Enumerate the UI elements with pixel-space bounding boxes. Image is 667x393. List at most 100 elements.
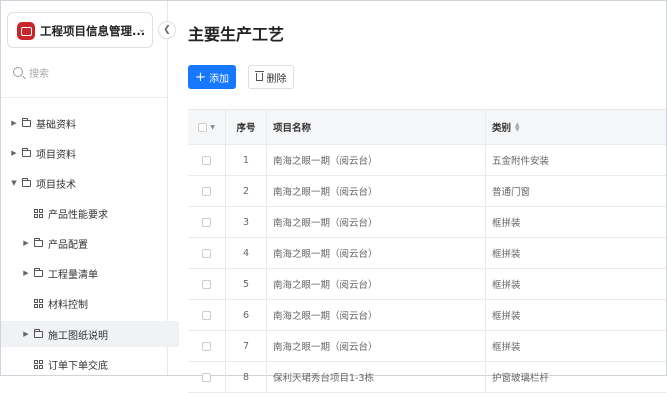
- row-name: 南海之眼一期（阅云台）: [267, 145, 486, 175]
- row-name: 南海之眼一期（阅云台）: [267, 269, 486, 299]
- header-category[interactable]: 类别 ▲ ▼: [486, 110, 666, 144]
- row-checkbox[interactable]: [202, 217, 211, 227]
- sidebar-item-label: 项目技术: [36, 179, 76, 191]
- row-select-cell: [188, 238, 226, 268]
- caret-right-icon: ▶: [23, 239, 29, 247]
- chevron-left-icon: ❮: [163, 25, 171, 35]
- delete-button-label: 删除: [266, 73, 287, 85]
- row-name: 南海之眼一期（阅云台）: [267, 238, 486, 268]
- sidebar-item-label: 施工图纸说明: [48, 330, 108, 342]
- sort-icon[interactable]: ▲ ▼: [515, 122, 520, 133]
- search-input[interactable]: 搜索: [29, 65, 49, 80]
- table-row[interactable]: 1 南海之眼一期（阅云台） 五金附件安装: [188, 145, 666, 176]
- app-logo-icon: [17, 22, 35, 40]
- row-select-cell: [188, 300, 226, 330]
- sidebar-item-performance[interactable]: 产品性能要求: [1, 200, 192, 226]
- row-no: 5: [226, 269, 267, 299]
- plus-icon: +: [195, 69, 206, 85]
- sidebar-divider: [1, 97, 167, 98]
- row-checkbox[interactable]: [202, 248, 211, 258]
- page-title: 主要生产工艺: [188, 25, 285, 44]
- row-select-cell: [188, 145, 226, 175]
- row-name: 南海之眼一期（阅云台）: [267, 300, 486, 330]
- collapse-sidebar-button[interactable]: ❮: [158, 21, 176, 39]
- select-all-checkbox[interactable]: [198, 122, 208, 132]
- row-category: 框拼装: [492, 218, 521, 229]
- row-select-cell: [188, 207, 226, 237]
- row-select-cell: [188, 176, 226, 206]
- row-checkbox[interactable]: [202, 155, 211, 165]
- folder-icon: [22, 177, 31, 187]
- table-row[interactable]: 6 南海之眼一期（阅云台） 框拼装: [188, 300, 666, 331]
- table-row[interactable]: 5 南海之眼一期（阅云台） 框拼装: [188, 269, 666, 300]
- sidebar-item-label: 产品配置: [48, 239, 88, 251]
- caret-right-icon: ▶: [11, 149, 17, 157]
- sidebar-item-product-config[interactable]: ▶ 产品配置: [1, 230, 179, 256]
- sidebar-item-project-data[interactable]: ▶ 项目资料: [1, 140, 167, 166]
- row-category: 框拼装: [492, 280, 521, 291]
- sidebar-item-drawings[interactable]: ▶ 施工图纸说明: [1, 321, 179, 347]
- row-category: 普通门窗: [492, 187, 531, 198]
- caret-right-icon: ▶: [23, 269, 29, 277]
- add-button[interactable]: + 添加: [188, 65, 236, 89]
- add-button-label: 添加: [208, 73, 229, 85]
- chevron-down-icon[interactable]: ▼: [210, 124, 215, 131]
- row-checkbox[interactable]: [202, 372, 211, 382]
- app-switcher[interactable]: 工程项目信息管理... ⌄: [7, 12, 153, 48]
- row-select-cell: [188, 331, 226, 361]
- row-select-cell: [188, 269, 226, 299]
- row-checkbox[interactable]: [202, 341, 211, 351]
- table-row[interactable]: 8 保利天珺秀台项目1-3栋 护窗玻璃栏杆: [188, 362, 666, 393]
- row-name: 保利天珺秀台项目1-3栋: [267, 362, 486, 392]
- sidebar: 工程项目信息管理... ⌄ 搜索 ▶ 基础资料 ▶ 项目资料 ▼ 项目技术 产品…: [1, 1, 179, 375]
- folder-icon: [34, 267, 43, 277]
- header-no: 序号: [226, 110, 267, 144]
- sidebar-item-material-control[interactable]: 材料控制: [1, 290, 192, 316]
- sidebar-item-label: 材料控制: [48, 299, 88, 311]
- caret-right-icon: ▶: [23, 330, 29, 338]
- folder-icon: [22, 147, 31, 157]
- grid-icon: [34, 359, 43, 369]
- sidebar-item-order-briefing[interactable]: 订单下单交底: [1, 351, 192, 377]
- row-category: 护窗玻璃栏杆: [492, 373, 550, 384]
- sidebar-item-label: 项目资料: [36, 149, 76, 161]
- row-category: 五金附件安装: [492, 156, 550, 167]
- header-category-label: 类别: [492, 123, 512, 134]
- row-no: 7: [226, 331, 267, 361]
- row-no: 8: [226, 362, 267, 392]
- row-name: 南海之眼一期（阅云台）: [267, 207, 486, 237]
- row-no: 4: [226, 238, 267, 268]
- folder-icon: [22, 117, 31, 127]
- app-title: 工程项目信息管理...: [40, 24, 146, 38]
- chevron-down-icon: ⌄: [137, 24, 146, 35]
- data-table: ▼ 序号 项目名称 类别 ▲ ▼ 1 南海之眼一期（阅云台） 五金附件安装 2 南…: [188, 109, 666, 393]
- select-all-cell: ▼: [188, 110, 226, 144]
- row-checkbox[interactable]: [202, 279, 211, 289]
- sidebar-item-label: 工程量清单: [48, 269, 98, 281]
- search-icon: [13, 67, 23, 77]
- sidebar-item-project-tech[interactable]: ▼ 项目技术: [1, 170, 167, 196]
- sidebar-item-bill-of-quantities[interactable]: ▶ 工程量清单: [1, 260, 179, 286]
- sidebar-search[interactable]: 搜索: [13, 64, 153, 80]
- row-no: 1: [226, 145, 267, 175]
- table-row[interactable]: 2 南海之眼一期（阅云台） 普通门窗: [188, 176, 666, 207]
- caret-down-icon: ▼: [11, 179, 17, 187]
- row-category: 框拼装: [492, 249, 521, 260]
- sidebar-item-label: 基础资料: [36, 119, 76, 131]
- grid-icon: [34, 298, 43, 308]
- grid-icon: [34, 208, 43, 218]
- table-header-row: ▼ 序号 项目名称 类别 ▲ ▼: [188, 110, 666, 145]
- row-checkbox[interactable]: [202, 310, 211, 320]
- row-select-cell: [188, 362, 226, 392]
- caret-right-icon: ▶: [11, 119, 17, 127]
- delete-button[interactable]: 删除: [248, 65, 294, 89]
- row-no: 6: [226, 300, 267, 330]
- table-row[interactable]: 3 南海之眼一期（阅云台） 框拼装: [188, 207, 666, 238]
- row-category: 框拼装: [492, 342, 521, 353]
- row-checkbox[interactable]: [202, 186, 211, 196]
- table-row[interactable]: 7 南海之眼一期（阅云台） 框拼装: [188, 331, 666, 362]
- row-no: 3: [226, 207, 267, 237]
- sidebar-item-basic-data[interactable]: ▶ 基础资料: [1, 110, 167, 136]
- row-category: 框拼装: [492, 311, 521, 322]
- table-row[interactable]: 4 南海之眼一期（阅云台） 框拼装: [188, 238, 666, 269]
